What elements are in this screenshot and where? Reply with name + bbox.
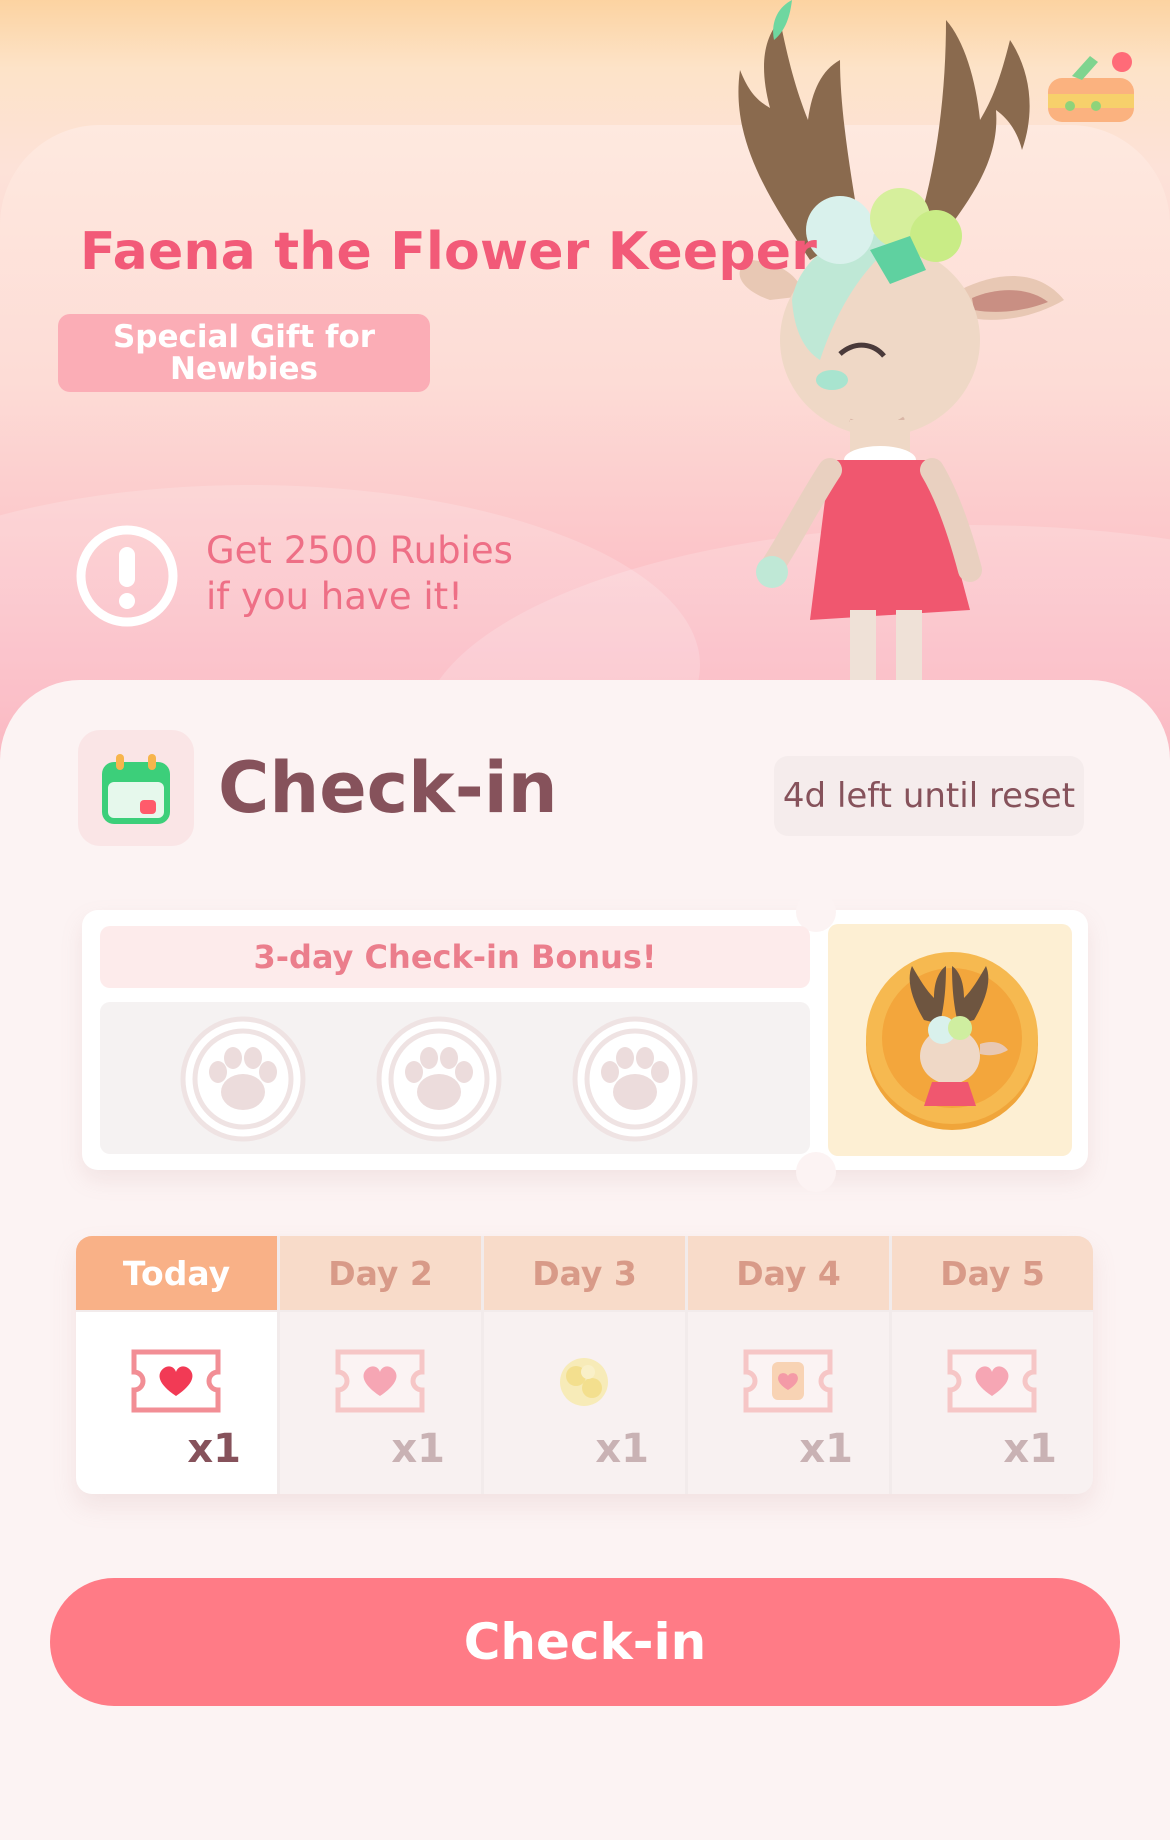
day-cell-2[interactable]: Day 2 x1 [280, 1236, 481, 1494]
day-label: Day 2 [280, 1236, 481, 1310]
day-reward: x1 [484, 1312, 685, 1494]
calendar-tile [78, 730, 194, 846]
sticker-ticket-icon [743, 1349, 833, 1413]
paw-icon [376, 1016, 502, 1142]
day-reward: x1 [280, 1312, 481, 1494]
day-label: Day 3 [484, 1236, 685, 1310]
day-cell-today[interactable]: Today x1 [76, 1236, 277, 1494]
reward-quantity: x1 [799, 1426, 853, 1472]
day-label: Today [76, 1236, 277, 1310]
reward-quantity: x1 [595, 1426, 649, 1472]
newbie-gift-badge: Special Gift for Newbies [58, 314, 430, 392]
rubies-notice: Get 2500 Rubies if you have it! [206, 529, 513, 618]
yarn-ball-icon [560, 1358, 608, 1406]
day-label: Day 4 [688, 1236, 889, 1310]
reward-quantity: x1 [391, 1426, 445, 1472]
checkin-button[interactable]: Check-in [50, 1578, 1120, 1706]
reset-timer: 4d left until reset [774, 756, 1084, 836]
day-reward: x1 [76, 1312, 277, 1494]
reward-quantity: x1 [1003, 1426, 1057, 1472]
calendar-icon [102, 754, 170, 824]
heart-ticket-icon [335, 1349, 425, 1413]
paw-icon [180, 1016, 306, 1142]
paw-icon [572, 1016, 698, 1142]
day-cell-3[interactable]: Day 3 x1 [484, 1236, 685, 1494]
bonus-title: 3-day Check-in Bonus! [100, 926, 810, 988]
day-reward: x1 [688, 1312, 889, 1494]
day-label: Day 5 [892, 1236, 1093, 1310]
ticket-notch-bottom [796, 1152, 836, 1192]
reward-quantity: x1 [187, 1426, 241, 1472]
deer-avatar-coin-icon[interactable] [862, 950, 1042, 1130]
deer-character [738, 0, 1064, 690]
daily-rewards-table: Today x1 Day 2 x1 Day 3 x1 Day 4 x1 Day … [76, 1236, 1093, 1494]
heart-ticket-icon [947, 1349, 1037, 1413]
heart-ticket-icon [131, 1349, 221, 1413]
day-reward: x1 [892, 1312, 1093, 1494]
day-cell-4[interactable]: Day 4 x1 [688, 1236, 889, 1494]
checkin-title: Check-in [218, 747, 558, 829]
exclamation-icon [76, 525, 178, 627]
day-cell-5[interactable]: Day 5 x1 [892, 1236, 1093, 1494]
hero-title: Faena the Flower Keeper [80, 222, 818, 282]
